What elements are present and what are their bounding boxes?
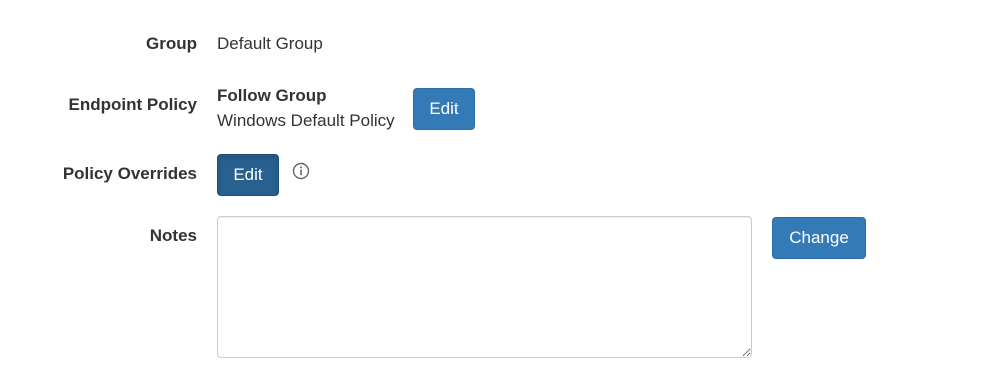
group-value: Default Group xyxy=(217,34,323,53)
notes-label: Notes xyxy=(149,226,197,245)
endpoint-policy-name: Windows Default Policy xyxy=(217,111,395,130)
endpoint-policy-mode: Follow Group xyxy=(217,86,327,105)
endpoint-policy-edit-button[interactable]: Edit xyxy=(413,88,475,130)
endpoint-policy-label: Endpoint Policy xyxy=(68,95,197,114)
notes-textarea[interactable] xyxy=(217,216,752,358)
policy-overrides-edit-button[interactable]: Edit xyxy=(217,154,279,196)
group-label: Group xyxy=(146,34,197,53)
policy-overrides-label: Policy Overrides xyxy=(62,164,197,183)
device-settings-form: Group Default Group Endpoint Policy Foll… xyxy=(0,0,990,390)
notes-change-button[interactable]: Change xyxy=(772,217,866,259)
info-circle-icon[interactable] xyxy=(292,162,310,180)
